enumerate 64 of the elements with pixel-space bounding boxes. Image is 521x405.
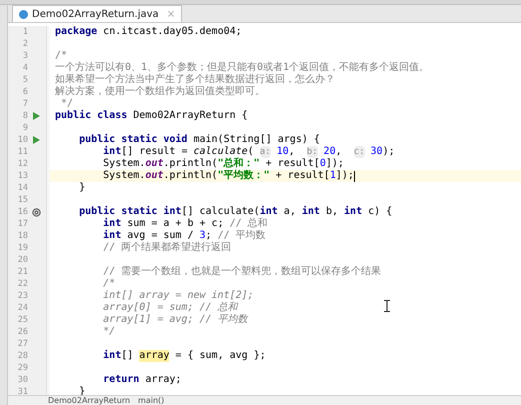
line-number: 18 xyxy=(16,230,28,242)
line-number: 6 xyxy=(22,86,28,98)
line-number: 17 xyxy=(16,218,28,230)
code-text: */ xyxy=(60,98,74,110)
code-text: 如果希望一个方法当中产生了多个结果数据进行返回，怎么办？ xyxy=(54,74,335,86)
breadcrumb-item[interactable]: main() xyxy=(138,396,164,405)
java-class-icon xyxy=(19,10,28,18)
code-text: package cn.itcast.day05.demo04; xyxy=(54,26,242,38)
line-number: 2 xyxy=(22,38,28,50)
line-number: 4 xyxy=(22,62,28,74)
code-text: int[] array = new int[2]; xyxy=(102,290,254,302)
code-text: /* xyxy=(54,50,68,62)
line-number: 25 xyxy=(16,314,28,326)
code-text: public class Demo02ArrayReturn { xyxy=(54,110,248,122)
line-number: 23 xyxy=(16,290,28,302)
line-number: 9 xyxy=(22,122,28,134)
line-number: 5 xyxy=(22,74,28,86)
line-number: 26 xyxy=(16,326,28,338)
code-text: int sum = a + b + c; // 总和 xyxy=(102,218,268,230)
code-text: array[0] = sum; // 总和 xyxy=(102,302,238,314)
code-text: int[] array = { sum, avg }; xyxy=(102,350,266,362)
file-tab[interactable]: Demo02ArrayReturn.java × xyxy=(12,5,182,22)
code-text: return array; xyxy=(102,374,182,386)
line-number: 22 xyxy=(16,278,28,290)
code-text: } xyxy=(78,182,86,194)
code-text: public static void main(String[] args) { xyxy=(78,134,320,146)
line-number: 10 xyxy=(16,134,28,146)
line-number: 13 xyxy=(16,170,28,182)
line-number: 20 xyxy=(16,254,28,266)
line-number: 27 xyxy=(16,338,28,350)
line-number: 31 xyxy=(16,386,28,398)
line-number: 3 xyxy=(22,50,28,62)
code-text: // 需要一个数组，也就是一个塑料兜，数组可以保存多个结果 xyxy=(102,266,382,278)
line-number: 15 xyxy=(16,194,28,206)
line-number: 12 xyxy=(16,158,28,170)
line-number: 21 xyxy=(16,266,28,278)
line-number: 1 xyxy=(22,26,28,38)
line-number: 16 xyxy=(16,206,28,218)
line-number: 8 xyxy=(22,110,28,122)
line-number: 24 xyxy=(16,302,28,314)
run-icon[interactable] xyxy=(32,136,40,144)
run-icon[interactable] xyxy=(32,112,40,120)
line-number: 30 xyxy=(16,374,28,386)
line-number: 19 xyxy=(16,242,28,254)
code-text: // 两个结果都希望进行返回 xyxy=(102,242,232,254)
code-text: int avg = sum / 3; // 平均数 xyxy=(102,230,266,242)
text-caret xyxy=(354,170,355,182)
line-number: 29 xyxy=(16,362,28,374)
line-number: 11 xyxy=(16,146,28,158)
tab-title: Demo02ArrayReturn.java xyxy=(32,8,159,22)
code-text: array[1] = avg; // 平均数 xyxy=(102,314,248,326)
code-text: int[] result = calculate( a: 10, b: 20, c: 30); xyxy=(102,146,395,158)
code-text: System.out.println("平均数：" + result[1]); xyxy=(102,170,355,182)
code-text: System.out.println("总和：" + result[0]); xyxy=(102,158,344,170)
line-number: 14 xyxy=(16,182,28,194)
code-text: 解决方案，使用一个数组作为返回值类型即可。 xyxy=(54,86,265,98)
text-cursor-icon xyxy=(384,300,390,312)
line-number: 7 xyxy=(22,98,28,110)
code-text: /* xyxy=(102,278,116,290)
code-text: 一个方法可以有0、1、多个参数；但是只能有0或者1个返回值，不能有多个返回值。 xyxy=(54,62,430,74)
breadcrumb-item[interactable]: Demo02ArrayReturn xyxy=(48,396,130,405)
line-number: 28 xyxy=(16,350,28,362)
code-text: */ xyxy=(102,326,116,338)
code-text: public static int[] calculate(int a, int b, int c) { xyxy=(78,206,392,218)
